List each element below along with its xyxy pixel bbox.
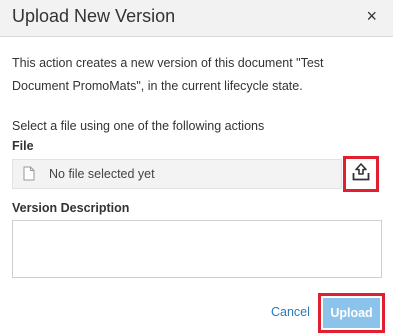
dialog-header: Upload New Version ×	[0, 0, 393, 37]
file-instruction: Select a file using one of the following…	[12, 119, 265, 133]
file-placeholder: No file selected yet	[49, 167, 155, 181]
cancel-button[interactable]: Cancel	[271, 305, 310, 319]
description-suffix: ", in the current lifecycle state.	[136, 79, 303, 93]
version-description-label: Version Description	[12, 201, 130, 215]
upload-file-button[interactable]	[343, 156, 379, 192]
description-prefix: This action creates a new version of thi…	[12, 56, 301, 70]
upload-icon	[351, 162, 371, 187]
file-icon	[23, 166, 35, 186]
close-icon[interactable]: ×	[366, 6, 377, 27]
dialog-title: Upload New Version	[12, 6, 176, 26]
version-description-input[interactable]	[12, 220, 382, 278]
file-selector-field[interactable]: No file selected yet	[12, 159, 342, 189]
file-label: File	[12, 139, 34, 153]
action-description: This action creates a new version of thi…	[12, 52, 372, 98]
upload-button[interactable]: Upload	[323, 298, 380, 328]
upload-button-highlight: Upload	[318, 293, 385, 333]
